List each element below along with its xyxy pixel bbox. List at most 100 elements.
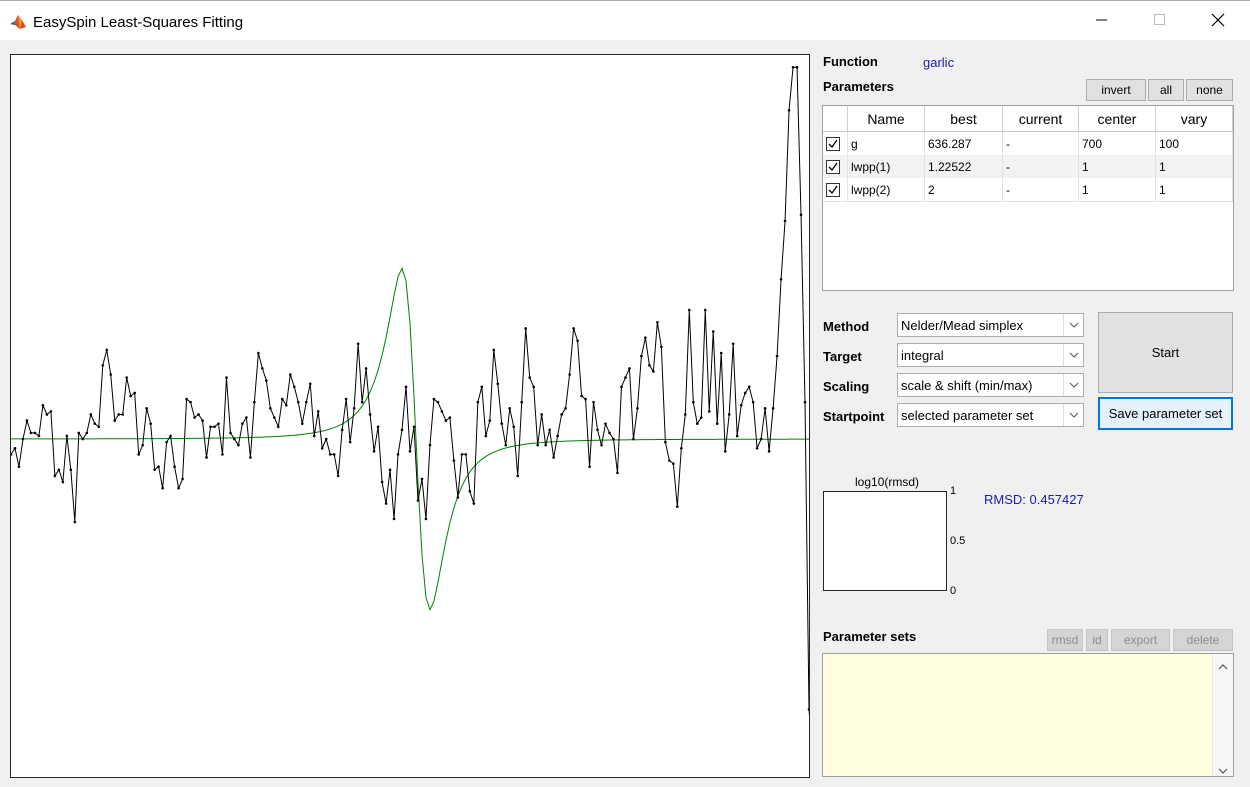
method-value: Nelder/Mead simplex (901, 318, 1024, 333)
data-point (552, 456, 555, 459)
data-point (652, 370, 655, 373)
data-point (225, 376, 228, 379)
startpoint-label: Startpoint (823, 409, 885, 424)
vertical-scrollbar[interactable] (1212, 654, 1233, 776)
all-button[interactable]: all (1148, 79, 1184, 101)
cell-vary[interactable]: 1 (1156, 155, 1233, 178)
data-point (632, 437, 635, 441)
method-label: Method (823, 319, 870, 334)
data-point (348, 440, 352, 444)
start-button[interactable]: Start (1098, 312, 1233, 393)
cell-vary[interactable]: 100 (1156, 132, 1233, 155)
data-point (699, 416, 703, 419)
data-point (125, 376, 129, 379)
row-checkbox[interactable] (826, 159, 840, 174)
data-point (568, 373, 571, 376)
data-point (684, 413, 687, 416)
data-point (245, 416, 248, 419)
data-point (771, 407, 775, 410)
data-point (787, 109, 791, 112)
rmsd-value: RMSD: 0.457427 (984, 492, 1084, 507)
data-point (791, 65, 795, 69)
maximize-button[interactable] (1131, 1, 1189, 41)
cell-best[interactable]: 1.22522 (925, 155, 1003, 178)
header-name[interactable]: Name (848, 106, 925, 131)
method-select[interactable]: Nelder/Mead simplex (897, 313, 1084, 337)
rmsd-tick: 0 (950, 585, 957, 597)
startpoint-select[interactable]: selected parameter set (897, 403, 1084, 427)
cell-current[interactable]: - (1003, 155, 1079, 178)
delete-button[interactable]: delete (1173, 629, 1233, 651)
data-point (484, 434, 488, 438)
data-point (177, 486, 180, 490)
row-checkbox[interactable] (826, 182, 840, 197)
target-select[interactable]: integral (897, 343, 1084, 367)
target-value: integral (901, 348, 944, 363)
header-center[interactable]: center (1079, 106, 1156, 131)
cell-center[interactable]: 1 (1079, 178, 1156, 201)
header-current[interactable]: current (1003, 106, 1079, 131)
data-point (512, 425, 516, 429)
cell-name[interactable]: lwpp(2) (848, 178, 925, 201)
data-point (117, 413, 121, 416)
data-point (121, 413, 125, 416)
data-point (296, 400, 300, 404)
data-point (101, 364, 105, 367)
id-sort-button[interactable]: id (1086, 629, 1108, 651)
close-button[interactable] (1189, 1, 1247, 41)
row-checkbox[interactable] (826, 136, 840, 151)
cell-current[interactable]: - (1003, 178, 1079, 201)
parameter-sets-list[interactable] (822, 653, 1234, 777)
data-point (640, 354, 643, 358)
cell-best[interactable]: 636.287 (925, 132, 1003, 155)
scroll-down-icon[interactable] (1218, 763, 1228, 777)
rmsd-sort-button[interactable]: rmsd (1047, 629, 1083, 651)
none-button[interactable]: none (1186, 79, 1233, 101)
invert-button[interactable]: invert (1086, 79, 1146, 101)
check-icon (828, 162, 838, 171)
function-value: garlic (923, 55, 955, 70)
data-point (137, 453, 140, 456)
data-point (308, 382, 312, 386)
data-point (616, 471, 619, 475)
data-point (285, 403, 288, 407)
data-point (664, 440, 667, 444)
export-button[interactable]: export (1111, 629, 1170, 651)
spectrum-axes (9, 54, 1066, 778)
data-point (173, 465, 176, 468)
data-point (304, 400, 308, 404)
data-point (588, 465, 591, 468)
data-point (289, 373, 292, 376)
function-label: Function (823, 54, 878, 69)
data-point (320, 446, 324, 450)
data-point (715, 422, 719, 425)
minimize-icon (1096, 14, 1108, 29)
data-point (13, 446, 17, 450)
cell-name[interactable]: lwpp(1) (848, 155, 925, 178)
data-point (384, 502, 388, 505)
data-point (755, 446, 759, 450)
data-point (456, 496, 460, 499)
cell-center[interactable]: 1 (1079, 155, 1156, 178)
cell-vary[interactable]: 1 (1156, 178, 1233, 201)
cell-name[interactable]: g (848, 132, 925, 155)
data-point (233, 437, 236, 441)
header-best[interactable]: best (925, 106, 1003, 131)
data-point (17, 465, 21, 468)
data-point (731, 342, 735, 346)
data-point (584, 397, 587, 401)
header-vary[interactable]: vary (1156, 106, 1233, 131)
data-point (45, 413, 49, 416)
cell-best[interactable]: 2 (925, 178, 1003, 201)
minimize-button[interactable] (1073, 1, 1131, 41)
cell-center[interactable]: 700 (1079, 132, 1156, 155)
cell-current[interactable]: - (1003, 132, 1079, 155)
save-parameter-set-button[interactable]: Save parameter set (1098, 397, 1233, 430)
data-point (269, 407, 272, 410)
scaling-select[interactable]: scale & shift (min/max) (897, 373, 1084, 397)
scroll-up-icon[interactable] (1218, 659, 1228, 673)
data-point (548, 428, 551, 432)
chevron-down-icon (1063, 404, 1083, 426)
data-point (672, 462, 675, 465)
data-point (281, 397, 284, 401)
